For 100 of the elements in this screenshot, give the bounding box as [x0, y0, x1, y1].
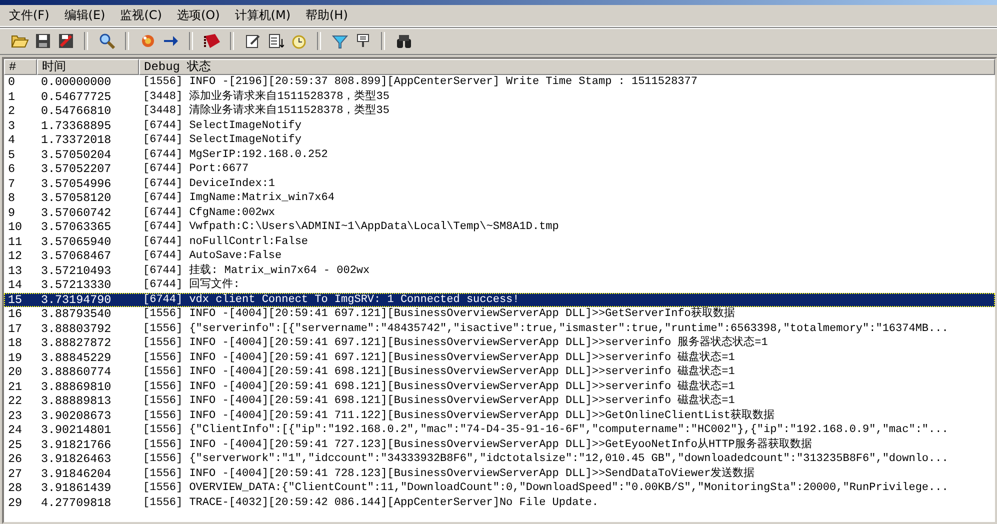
time-cell-text: 3.57065940 — [40, 234, 112, 249]
log-row[interactable]: 2 0.54766810 [3448] 清除业务请求来自1511528378，类型35 — [4, 104, 995, 118]
log-row[interactable]: 28 3.91861439 [1556] OVERVIEW_DATA:{"ClientCount":11,"DownloadCount":0,"DownloadSpeed":"0.00KB/S","MonitoringSta":20000,"RunPrivilege... — [4, 481, 995, 496]
time-cell-text: 0.54766810 — [40, 104, 112, 118]
time-cell-text: 1.73368895 — [40, 118, 112, 133]
log-row[interactable]: 29 4.27709818 [1556] TRACE-[4032][20:59:42 086.144][AppCenterServer]No File Update. — [4, 496, 995, 510]
message-cell-text: [6744] AutoSave:False — [142, 249, 283, 264]
row-number: 10 — [7, 220, 24, 234]
log-row[interactable]: 23 3.90208673 [1556] INFO -[4004][20:59:41 711.122][BusinessOverviewServerApp DLL]>>GetOnlineClientList获取数据 — [4, 408, 995, 423]
log-row[interactable]: 26 3.91826463 [1556] {"serverwork":"1","idccount":"34333932B8F6","idctotalsize":"12,010.45 GB","downloadedcount":"313235B8F6","downlo... — [4, 452, 995, 466]
log-row[interactable]: 24 3.90214801 [1556] {"ClientInfo":[{"ip":"192.168.0.2","mac":"74-D4-35-91-16-6F","computername":"HC002"},{"ip":"192.168.0.9","mac":"... — [4, 423, 995, 438]
row-number: 11 — [7, 234, 24, 249]
row-number: 24 — [7, 423, 24, 438]
row-number: 1 — [7, 90, 16, 104]
log-row[interactable]: 1 0.54677725 [3448] 添加业务请求来自1511528378，类型35 — [4, 90, 995, 104]
log-row[interactable]: 20 3.88860774 [1556] INFO -[4004][20:59:41 698.121][BusinessOverviewServerApp DLL]>>serverinfo 磁盘状态=1 — [4, 365, 995, 380]
message-cell-text: [1556] INFO -[4004][20:59:41 697.121][BusinessOverviewServerApp DLL]>>serverinfo 磁盘状态=1 — [142, 350, 736, 364]
time-cell-text: 3.88793540 — [40, 307, 112, 322]
message-cell-text: [1556] {"serverwork":"1","idccount":"34333932B8F6","idctotalsize":"12,010.45 GB","downloadedcount":"313235B8F6","downlo... — [142, 452, 950, 466]
message-cell-text: [6744] SelectImageNotify — [142, 118, 302, 133]
message-cell-text: [1556] TRACE-[4032][20:59:42 086.144][AppCenterServer]No File Update. — [142, 496, 600, 510]
row-number: 14 — [7, 278, 24, 292]
log-row[interactable]: 0 0.00000000 [1556] INFO -[2196][20:59:37 808.899][AppCenterServer] Write Time Stamp : 1511528377 — [4, 75, 995, 90]
message-cell-text: [1556] INFO -[4004][20:59:41 698.121][BusinessOverviewServerApp DLL]>>serverinfo 磁盘状态=1 — [142, 394, 736, 408]
message-cell-text: [1556] OVERVIEW_DATA:{"ClientCount":11,"DownloadCount":0,"DownloadSpeed":"0.00KB/S","MonitoringSta":20000,"RunPrivilege... — [142, 481, 950, 496]
row-number: 21 — [7, 380, 24, 394]
menu-item[interactable]: 选项(O) — [172, 6, 228, 25]
row-number: 9 — [7, 206, 16, 220]
log-row[interactable]: 27 3.91846204 [1556] INFO -[4004][20:59:41 728.123][BusinessOverviewServerApp DLL]>>SendDataToViewer发送数据 — [4, 466, 995, 481]
time-cell-text: 3.57210493 — [40, 264, 112, 278]
row-number: 25 — [7, 438, 24, 452]
time-cell-text: 3.57060742 — [40, 206, 112, 220]
log-row[interactable]: 7 3.57054996 [6744] DeviceIndex:1 — [4, 176, 995, 191]
time-cell-text: 3.57068467 — [40, 249, 112, 264]
clear-icon — [58, 33, 74, 49]
message-cell-text: [6744] SelectImageNotify — [142, 133, 302, 148]
message-cell-text: [6744] Vwfpath:C:\Users\ADMINI~1\AppData\Local\Temp\~SM8A1D.tmp — [142, 220, 560, 234]
message-cell-text: [6744] noFullContrl:False — [142, 234, 310, 249]
binoculars-icon — [396, 33, 412, 49]
log-row[interactable]: 16 3.88793540 [1556] INFO -[4004][20:59:41 697.121][BusinessOverviewServerApp DLL]>>GetServerInfo获取数据 — [4, 307, 995, 322]
log-row[interactable]: 15 3.73194790 [6744] vdx client Connect To ImgSRV: 1 Connected success! — [4, 292, 995, 307]
log-row[interactable]: 11 3.57065940 [6744] noFullContrl:False — [4, 234, 995, 249]
column-header[interactable]: 时间 — [37, 59, 139, 75]
time-cell-text: 3.88889813 — [40, 394, 112, 408]
time-cell-text: 3.57058120 — [40, 191, 112, 206]
message-cell-text: [1556] INFO -[4004][20:59:41 727.123][BusinessOverviewServerApp DLL]>>GetEyooNetInfo从HTTP服务器获取数据 — [142, 438, 813, 452]
message-cell-text: [1556] INFO -[4004][20:59:41 697.121][BusinessOverviewServerApp DLL]>>GetServerInfo获取数据 — [142, 307, 736, 322]
row-number: 17 — [7, 322, 24, 336]
arrow-icon — [162, 33, 178, 49]
log-row[interactable]: 8 3.57058120 [6744] ImgName:Matrix_win7x64 — [4, 191, 995, 206]
log-row[interactable]: 18 3.88827872 [1556] INFO -[4004][20:59:41 697.121][BusinessOverviewServerApp DLL]>>serverinfo 服务器状态状态=1 — [4, 336, 995, 350]
log-row[interactable]: 9 3.57060742 [6744] CfgName:002wx — [4, 206, 995, 220]
time-cell-text: 3.57052207 — [40, 162, 112, 176]
time-cell-text: 3.91821766 — [40, 438, 112, 452]
time-cell-text: 3.73194790 — [40, 292, 112, 307]
log-row[interactable]: 17 3.88803792 [1556] {"serverinfo":[{"servername":"48435742","isactive":true,"ismaster":true,"runtime":6563398,"totalmemory":"16374MB... — [4, 322, 995, 336]
time-cell-text: 3.88845229 — [40, 350, 112, 365]
log-row[interactable]: 22 3.88889813 [1556] INFO -[4004][20:59:41 698.121][BusinessOverviewServerApp DLL]>>serverinfo 磁盘状态=1 — [4, 394, 995, 408]
row-number: 27 — [7, 466, 24, 481]
menu-item[interactable]: 计算机(M) — [230, 6, 298, 25]
message-cell-text: [6744] Port:6677 — [142, 162, 250, 176]
log-row[interactable]: 19 3.88845229 [1556] INFO -[4004][20:59:41 697.121][BusinessOverviewServerApp DLL]>>serverinfo 磁盘状态=1 — [4, 350, 995, 365]
time-cell-text: 3.88803792 — [40, 322, 112, 336]
message-cell-text: [1556] INFO -[4004][20:59:41 698.121][BusinessOverviewServerApp DLL]>>serverinfo 磁盘状态=1 — [142, 380, 736, 394]
log-row[interactable]: 5 3.57050204 [6744] MgSerIP:192.168.0.252 — [4, 148, 995, 162]
row-number: 15 — [7, 292, 24, 307]
row-number: 20 — [7, 365, 24, 380]
log-row[interactable]: 25 3.91821766 [1556] INFO -[4004][20:59:41 727.123][BusinessOverviewServerApp DLL]>>GetEyooNetInfo从HTTP服务器获取数据 — [4, 438, 995, 452]
message-cell-text: [6744] CfgName:002wx — [142, 206, 276, 220]
log-row[interactable]: 3 1.73368895 [6744] SelectImageNotify — [4, 118, 995, 133]
log-row[interactable]: 12 3.57068467 [6744] AutoSave:False — [4, 249, 995, 264]
log-row[interactable]: 14 3.57213330 [6744] 回写文件: — [4, 278, 995, 292]
menu-item[interactable]: 文件(F) — [4, 6, 58, 25]
row-number: 12 — [7, 249, 24, 264]
menu-item[interactable]: 监视(C) — [115, 6, 170, 25]
row-number: 5 — [7, 148, 16, 162]
row-number: 7 — [7, 176, 16, 191]
log-row[interactable]: 13 3.57210493 [6744] 挂载: Matrix_win7x64 - 002wx — [4, 264, 995, 278]
row-number: 19 — [7, 350, 24, 365]
row-number: 26 — [7, 452, 24, 466]
row-number: 13 — [7, 264, 24, 278]
log-row[interactable]: 10 3.57063365 [6744] Vwfpath:C:\Users\ADMINI~1\AppData\Local\Temp\~SM8A1D.tmp — [4, 220, 995, 234]
message-cell-text: [1556] INFO -[2196][20:59:37 808.899][AppCenterServer] Write Time Stamp : 1511528377 — [142, 75, 698, 90]
log-row[interactable]: 4 1.73372018 [6744] SelectImageNotify — [4, 133, 995, 148]
message-cell-text: [6744] 回写文件: — [142, 278, 241, 292]
log-row[interactable]: 6 3.57052207 [6744] Port:6677 — [4, 162, 995, 176]
message-cell-text: [1556] INFO -[4004][20:59:41 697.121][BusinessOverviewServerApp DLL]>>serverinfo 服务器状态状态=1 — [142, 336, 769, 350]
column-header[interactable]: # — [4, 59, 37, 75]
time-cell-text: 3.88860774 — [40, 365, 112, 380]
row-number: 6 — [7, 162, 16, 176]
menu-item[interactable]: 编辑(E) — [59, 6, 114, 25]
time-cell-text: 3.91846204 — [40, 466, 112, 481]
column-header[interactable]: Debug 状态 — [139, 59, 995, 75]
time-cell-text: 3.57213330 — [40, 278, 112, 292]
row-number: 3 — [7, 118, 16, 133]
log-row[interactable]: 21 3.88869810 [1556] INFO -[4004][20:59:41 698.121][BusinessOverviewServerApp DLL]>>serverinfo 磁盘状态=1 — [4, 380, 995, 394]
row-number: 0 — [7, 75, 16, 90]
message-cell-text: [1556] {"ClientInfo":[{"ip":"192.168.0.2","mac":"74-D4-35-91-16-6F","computername":"HC002"},{"ip":"192.168.0.9","mac":"... — [142, 423, 950, 438]
menu-item[interactable]: 帮助(H) — [300, 6, 356, 25]
open-folder-icon — [10, 33, 28, 49]
